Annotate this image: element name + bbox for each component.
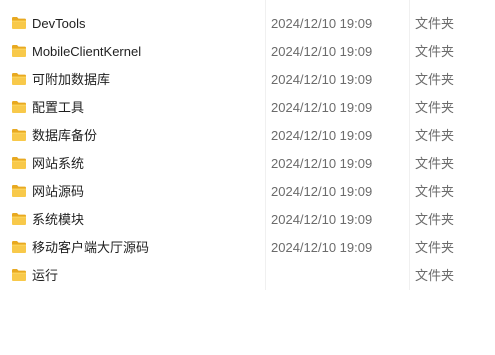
file-name: 配置工具 bbox=[32, 100, 85, 115]
folder-icon bbox=[12, 213, 26, 225]
file-type: 文件夹 bbox=[415, 100, 455, 115]
file-row[interactable]: 网站源码 2024/12/10 19:09 文件夹 bbox=[0, 178, 495, 206]
file-type: 文件夹 bbox=[415, 212, 455, 227]
folder-icon bbox=[12, 101, 26, 113]
file-row[interactable]: MobileClientKernel 2024/12/10 19:09 文件夹 bbox=[0, 38, 495, 66]
file-date: 2024/12/10 19:09 bbox=[271, 184, 373, 199]
file-date: 2024/12/10 19:09 bbox=[271, 240, 373, 255]
file-name: 移动客户端大厅源码 bbox=[32, 240, 150, 255]
folder-icon bbox=[12, 269, 26, 281]
file-type: 文件夹 bbox=[415, 156, 455, 171]
file-name: MobileClientKernel bbox=[32, 44, 142, 59]
file-name: 可附加数据库 bbox=[32, 72, 111, 87]
file-name: DevTools bbox=[32, 16, 86, 31]
file-date: 2024/12/10 19:09 bbox=[271, 44, 373, 59]
file-row[interactable]: 数据库备份 2024/12/10 19:09 文件夹 bbox=[0, 122, 495, 150]
file-name: 运行 bbox=[32, 268, 59, 283]
file-row[interactable]: 可附加数据库 2024/12/10 19:09 文件夹 bbox=[0, 66, 495, 94]
file-type: 文件夹 bbox=[415, 44, 455, 59]
file-date: 2024/12/10 19:09 bbox=[271, 72, 373, 87]
file-row[interactable]: 系统模块 2024/12/10 19:09 文件夹 bbox=[0, 206, 495, 234]
file-row[interactable]: 移动客户端大厅源码 2024/12/10 19:09 文件夹 bbox=[0, 234, 495, 262]
file-type: 文件夹 bbox=[415, 128, 455, 143]
file-type: 文件夹 bbox=[415, 72, 455, 87]
file-row[interactable]: 配置工具 2024/12/10 19:09 文件夹 bbox=[0, 94, 495, 122]
folder-icon bbox=[12, 241, 26, 253]
file-date: 2024/12/10 19:09 bbox=[271, 212, 373, 227]
file-type: 文件夹 bbox=[415, 16, 455, 31]
file-date: 2024/12/10 19:09 bbox=[271, 100, 373, 115]
file-name: 网站源码 bbox=[32, 184, 85, 199]
file-list: DevTools 2024/12/10 19:09 文件夹 MobileClie… bbox=[0, 10, 495, 290]
file-date: 2024/12/10 19:09 bbox=[271, 156, 373, 171]
file-name: 网站系统 bbox=[32, 156, 85, 171]
folder-icon bbox=[12, 73, 26, 85]
folder-icon bbox=[12, 45, 26, 57]
file-row[interactable]: 网站系统 2024/12/10 19:09 文件夹 bbox=[0, 150, 495, 178]
folder-icon bbox=[12, 129, 26, 141]
file-date: 2024/12/10 19:09 bbox=[271, 128, 373, 143]
folder-icon bbox=[12, 17, 26, 29]
file-row[interactable]: DevTools 2024/12/10 19:09 文件夹 bbox=[0, 10, 495, 38]
file-name: 数据库备份 bbox=[32, 128, 98, 143]
file-type: 文件夹 bbox=[415, 184, 455, 199]
file-date: 2024/12/10 19:09 bbox=[271, 16, 373, 31]
file-type: 文件夹 bbox=[415, 240, 455, 255]
folder-icon bbox=[12, 185, 26, 197]
file-type: 文件夹 bbox=[415, 268, 455, 283]
file-row[interactable]: 运行 文件夹 bbox=[0, 262, 495, 290]
file-name: 系统模块 bbox=[32, 212, 85, 227]
folder-icon bbox=[12, 157, 26, 169]
